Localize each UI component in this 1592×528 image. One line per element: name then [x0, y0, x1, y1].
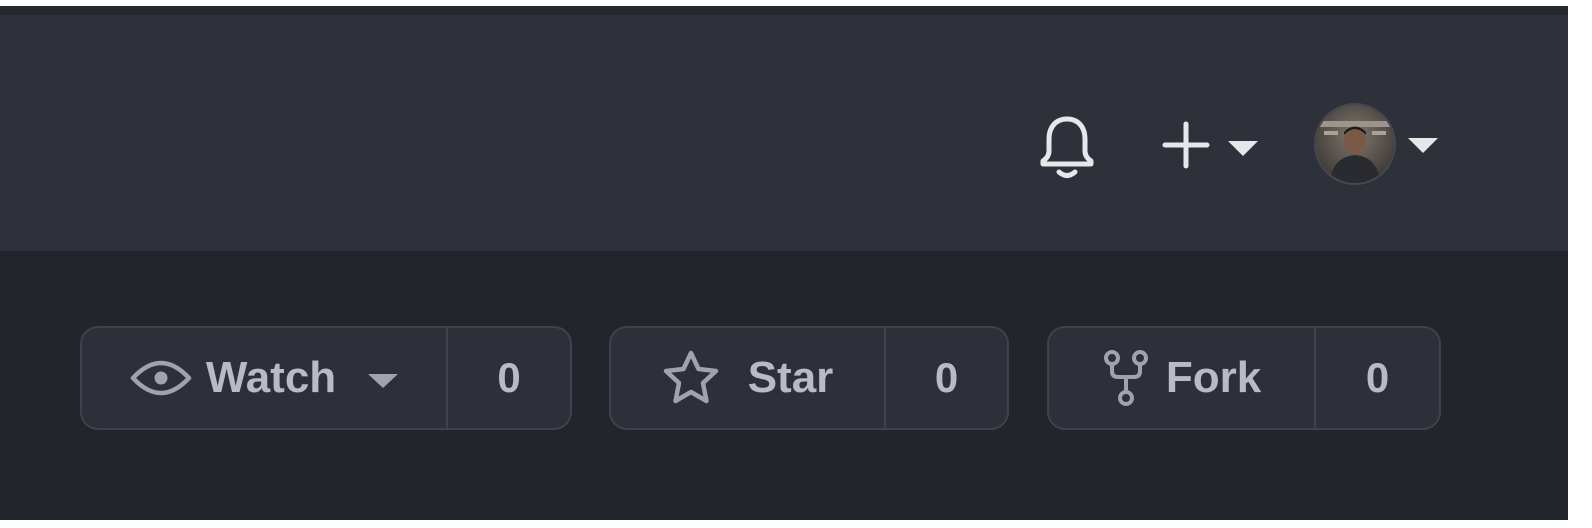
chevron-down-icon[interactable] — [1228, 141, 1258, 156]
chevron-down-icon[interactable] — [1408, 138, 1438, 153]
star-label: Star — [747, 353, 834, 402]
app-window: Watch 0 Star 0 Fork 0 — [0, 6, 1568, 520]
watch-button-group: Watch 0 — [80, 326, 572, 430]
top-navigation-bar — [0, 15, 1568, 251]
chevron-down-icon — [368, 374, 399, 388]
plus-icon — [1162, 121, 1210, 169]
bell-icon — [1040, 116, 1094, 178]
notifications-button[interactable] — [1036, 111, 1098, 183]
fork-button[interactable]: Fork — [1049, 328, 1316, 428]
avatar-photo — [1316, 105, 1394, 183]
star-button-group: Star 0 — [609, 326, 1009, 430]
watch-count: 0 — [497, 354, 521, 401]
forks-count[interactable]: 0 — [1316, 328, 1439, 428]
create-new-button[interactable] — [1158, 117, 1214, 173]
eye-icon — [130, 360, 192, 396]
avatar[interactable] — [1314, 103, 1396, 185]
star-button[interactable]: Star — [611, 328, 886, 428]
star-icon — [663, 350, 718, 404]
stargazers-count[interactable]: 0 — [886, 328, 1007, 428]
repo-forked-icon — [1103, 350, 1148, 406]
star-count: 0 — [934, 354, 959, 401]
watch-label: Watch — [205, 353, 337, 402]
watch-button[interactable]: Watch — [82, 328, 448, 428]
fork-count: 0 — [1365, 354, 1390, 401]
watchers-count[interactable]: 0 — [448, 328, 570, 428]
fork-label: Fork — [1165, 353, 1262, 402]
fork-button-group: Fork 0 — [1047, 326, 1441, 430]
